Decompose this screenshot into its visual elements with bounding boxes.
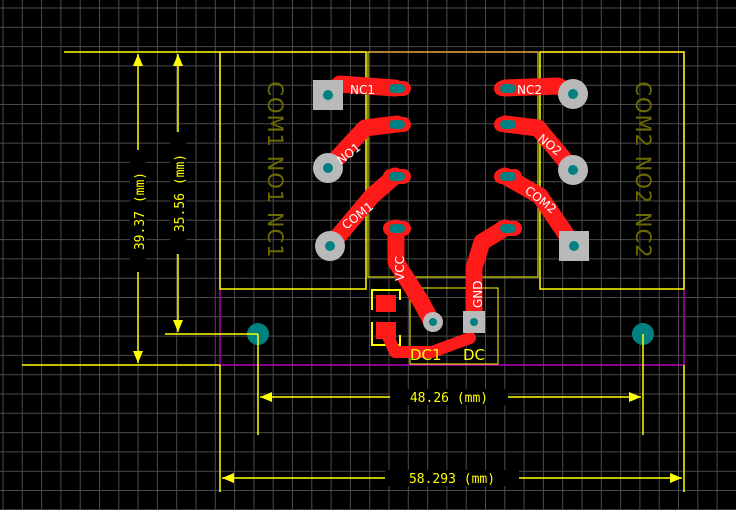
pcb-canvas[interactable]: NC1 NO1 COM1 NC2 NO2 COM2 VCC GND DC1 DC… [0,0,736,510]
relay-hole-vcc [389,224,405,233]
dim-text-inner-height: 35.56 (mm) [173,154,188,232]
terminal-hole-nc2 [568,89,578,99]
dc-hole-vcc [429,318,437,326]
dim-text-board-width: 58.293 (mm) [409,472,495,487]
terminal-label-left: COM1 NO1 NC1 [263,81,287,258]
relay-hole-com2 [500,172,516,181]
relay-hole-nc2 [500,84,516,93]
designator-dc1: DC1 [410,346,442,364]
terminal-hole-nc1 [323,90,333,100]
label-gnd: GND [471,280,485,308]
dim-text-hole-spacing: 48.26 (mm) [410,391,488,406]
relay-hole-nc1 [389,84,405,93]
label-nc2: NC2 [517,83,542,97]
dc-hole-gnd [470,318,478,326]
label-nc1: NC1 [350,83,375,97]
relay-hole-no1 [389,120,405,129]
terminal-hole-no1 [323,163,333,173]
terminal-hole-no2 [568,165,578,175]
terminal-label-right: COM2 NO2 NC2 [631,81,655,258]
terminal-hole-com1 [325,241,335,251]
cap-pad-1[interactable] [376,295,396,312]
label-vcc: VCC [393,256,407,281]
relay-hole-com1 [389,172,405,181]
designator-dc: DC [463,346,485,364]
relay-hole-gnd [500,224,516,233]
relay-hole-no2 [500,120,516,129]
cap-pad-2[interactable] [376,322,396,339]
dim-text-outer-height: 39.37 (mm) [133,172,148,250]
terminal-hole-com2 [569,241,579,251]
